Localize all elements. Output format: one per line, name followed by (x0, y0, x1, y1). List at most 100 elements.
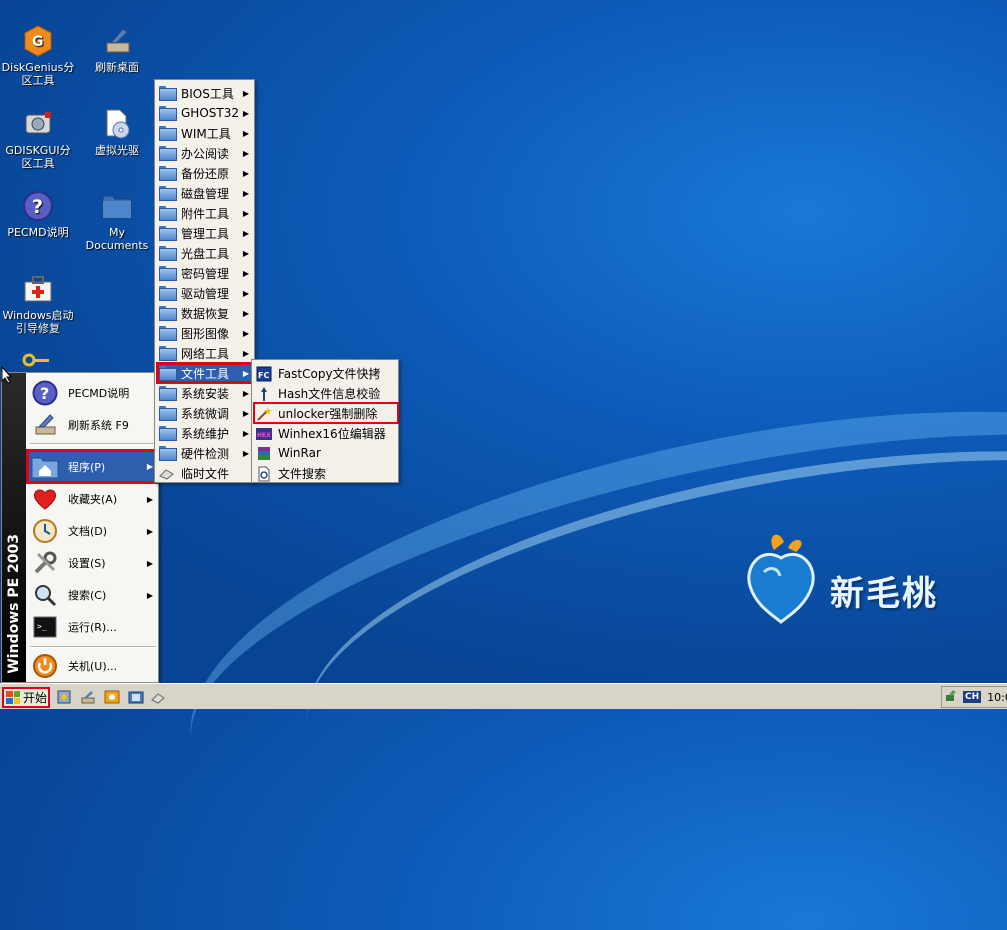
folder-icon (100, 189, 134, 223)
folder-icon (159, 346, 175, 360)
submenu-arrow-icon: ▶ (242, 268, 249, 278)
submenu-arrow-icon: ▶ (242, 108, 249, 118)
start-menu-separator (30, 443, 156, 445)
menu-item-winhex[interactable]: HEX Winhex16位编辑器 (254, 423, 396, 443)
start-button[interactable]: 开始 (2, 687, 50, 708)
programs-menu-item[interactable]: 密码管理 ▶ (157, 263, 253, 283)
programs-menu-item[interactable]: 系统安装 ▶ (157, 383, 253, 403)
desktop-icon-label: Windows启动引导修复 (2, 309, 74, 335)
menu-item-label: 办公阅读 (181, 146, 230, 161)
start-item-refresh-system[interactable]: 刷新系统 F9 (26, 410, 159, 440)
programs-menu-item[interactable]: 备份还原 ▶ (157, 163, 253, 183)
start-menu: Windows PE 2003 ? PECMD说明 刷新系统 F9 程序(P) … (1, 372, 159, 683)
menu-item-label: BIOS工具 (181, 86, 234, 101)
programs-menu-item[interactable]: BIOS工具 ▶ (157, 83, 253, 103)
folder-icon (159, 186, 175, 200)
programs-menu-item[interactable]: 磁盘管理 ▶ (157, 183, 253, 203)
menu-item-label: 系统安装 (181, 386, 230, 401)
menu-item-label: 附件工具 (181, 206, 230, 221)
submenu-arrow-icon: ▶ (242, 228, 249, 238)
language-indicator[interactable]: CH (963, 691, 982, 703)
svg-text:?: ? (32, 196, 43, 218)
start-menu-banner-text: Windows PE 2003 (6, 534, 22, 674)
start-item-label: 刷新系统 F9 (68, 419, 129, 432)
programs-menu-item[interactable]: 驱动管理 ▶ (157, 283, 253, 303)
menu-item-fastcopy[interactable]: FC FastCopy文件快拷 (254, 363, 396, 383)
programs-menu-item[interactable]: 办公阅读 ▶ (157, 143, 253, 163)
quicklaunch-explorer-icon[interactable] (104, 689, 120, 705)
programs-menu-item[interactable]: 数据恢复 ▶ (157, 303, 253, 323)
desktop-icon-my-documents[interactable]: My Documents (79, 189, 155, 252)
menu-item-label: 驱动管理 (181, 286, 230, 301)
programs-menu-item[interactable]: 管理工具 ▶ (157, 223, 253, 243)
quicklaunch-eraser-icon[interactable] (150, 689, 166, 705)
menu-item-winrar[interactable]: WinRar (254, 443, 396, 463)
menu-item-label: 磁盘管理 (181, 186, 230, 201)
search-icon (30, 581, 60, 609)
menu-item-label: 系统微调 (181, 406, 230, 421)
submenu-arrow-icon: ▶ (242, 88, 249, 98)
start-item-shutdown[interactable]: 关机(U)... (26, 651, 159, 681)
submenu-arrow-icon: ▶ (146, 462, 153, 471)
programs-submenu: BIOS工具 ▶ GHOST32 ▶ WIM工具 ▶ 办公阅读 ▶ 备份还原 ▶ 磁盘管理 ▶ 附件工具… (154, 79, 255, 483)
programs-menu-item[interactable]: 系统维护 ▶ (157, 423, 253, 443)
peach-logo-icon (744, 528, 818, 624)
quicklaunch-screenshot-icon[interactable] (128, 689, 144, 705)
desktop-icon-boot-repair[interactable]: Windows启动引导修复 (0, 272, 76, 335)
folder-icon (159, 106, 175, 120)
programs-menu-item[interactable]: GHOST32 ▶ (157, 103, 253, 123)
menu-item-label: 临时文件 (181, 466, 230, 481)
desktop-icon-diskgenius[interactable]: G DiskGenius分区工具 (0, 24, 76, 87)
start-item-documents[interactable]: 文档(D) ▶ (26, 516, 159, 546)
start-menu-separator (30, 646, 156, 648)
programs-menu-item[interactable]: 图形图像 ▶ (157, 323, 253, 343)
quicklaunch-tools-icon[interactable] (56, 689, 72, 705)
programs-menu-item[interactable]: 文件工具 ▶ (156, 362, 254, 384)
menu-item-file-search[interactable]: 文件搜索 (254, 463, 396, 483)
start-item-label: 文档(D) (68, 525, 108, 538)
logo-text: 新毛桃 (830, 574, 938, 614)
programs-menu-item[interactable]: 光盘工具 ▶ (157, 243, 253, 263)
start-item-favorites[interactable]: 收藏夹(A) ▶ (26, 484, 159, 514)
start-item-settings[interactable]: 设置(S) ▶ (26, 548, 159, 578)
desktop-icon-refresh[interactable]: 刷新桌面 (79, 24, 155, 74)
start-item-label: 运行(R)... (68, 621, 117, 634)
svg-text:>_: >_ (37, 622, 47, 631)
desktop-icon-pecmd[interactable]: ? PECMD说明 (0, 189, 76, 239)
programs-menu-item[interactable]: 系统微调 ▶ (157, 403, 253, 423)
menu-item-label: GHOST32 (181, 106, 239, 120)
quicklaunch-refresh-icon[interactable] (80, 689, 96, 705)
start-item-pecmd-help[interactable]: ? PECMD说明 (26, 378, 159, 408)
programs-menu-item[interactable]: WIM工具 ▶ (157, 123, 253, 143)
folder-icon (159, 406, 175, 420)
desktop-icon-gdiskgui[interactable]: GDISKGUI分区工具 (0, 107, 76, 170)
programs-menu-item[interactable]: 附件工具 ▶ (157, 203, 253, 223)
clock: 10:0 (987, 690, 1007, 704)
start-item-programs[interactable]: 程序(P) ▶ (26, 449, 159, 484)
file-search-icon (256, 466, 272, 482)
menu-item-label: 密码管理 (181, 266, 230, 281)
programs-menu-item[interactable]: 临时文件 (157, 463, 253, 483)
start-item-run[interactable]: >_ 运行(R)... (26, 612, 159, 642)
network-tray-icon[interactable] (945, 689, 959, 706)
virtual-drive-icon (100, 107, 134, 141)
submenu-arrow-icon: ▶ (242, 348, 249, 358)
start-item-search[interactable]: 搜索(C) ▶ (26, 580, 159, 610)
system-tray: CH 10:0 (941, 686, 1007, 708)
submenu-arrow-icon: ▶ (242, 368, 249, 378)
programs-icon (30, 453, 60, 481)
desktop-icon-virtual-drive[interactable]: 虚拟光驱 (79, 107, 155, 157)
menu-item-label: 文件工具 (181, 366, 230, 381)
programs-menu-item[interactable]: 网络工具 ▶ (157, 343, 253, 363)
submenu-arrow-icon: ▶ (242, 388, 249, 398)
submenu-arrow-icon: ▶ (242, 188, 249, 198)
programs-menu-item[interactable]: 硬件检测 ▶ (157, 443, 253, 463)
gdiskgui-icon (21, 107, 55, 141)
submenu-arrow-icon: ▶ (242, 288, 249, 298)
menu-item-label: 图形图像 (181, 326, 230, 341)
run-icon: >_ (30, 613, 60, 641)
menu-item-unlocker[interactable]: unlocker强制删除 (253, 402, 399, 424)
desktop-icon-label: GDISKGUI分区工具 (5, 144, 71, 170)
menu-item-hash[interactable]: Hash文件信息校验 (254, 383, 396, 403)
folder-icon (159, 266, 175, 280)
